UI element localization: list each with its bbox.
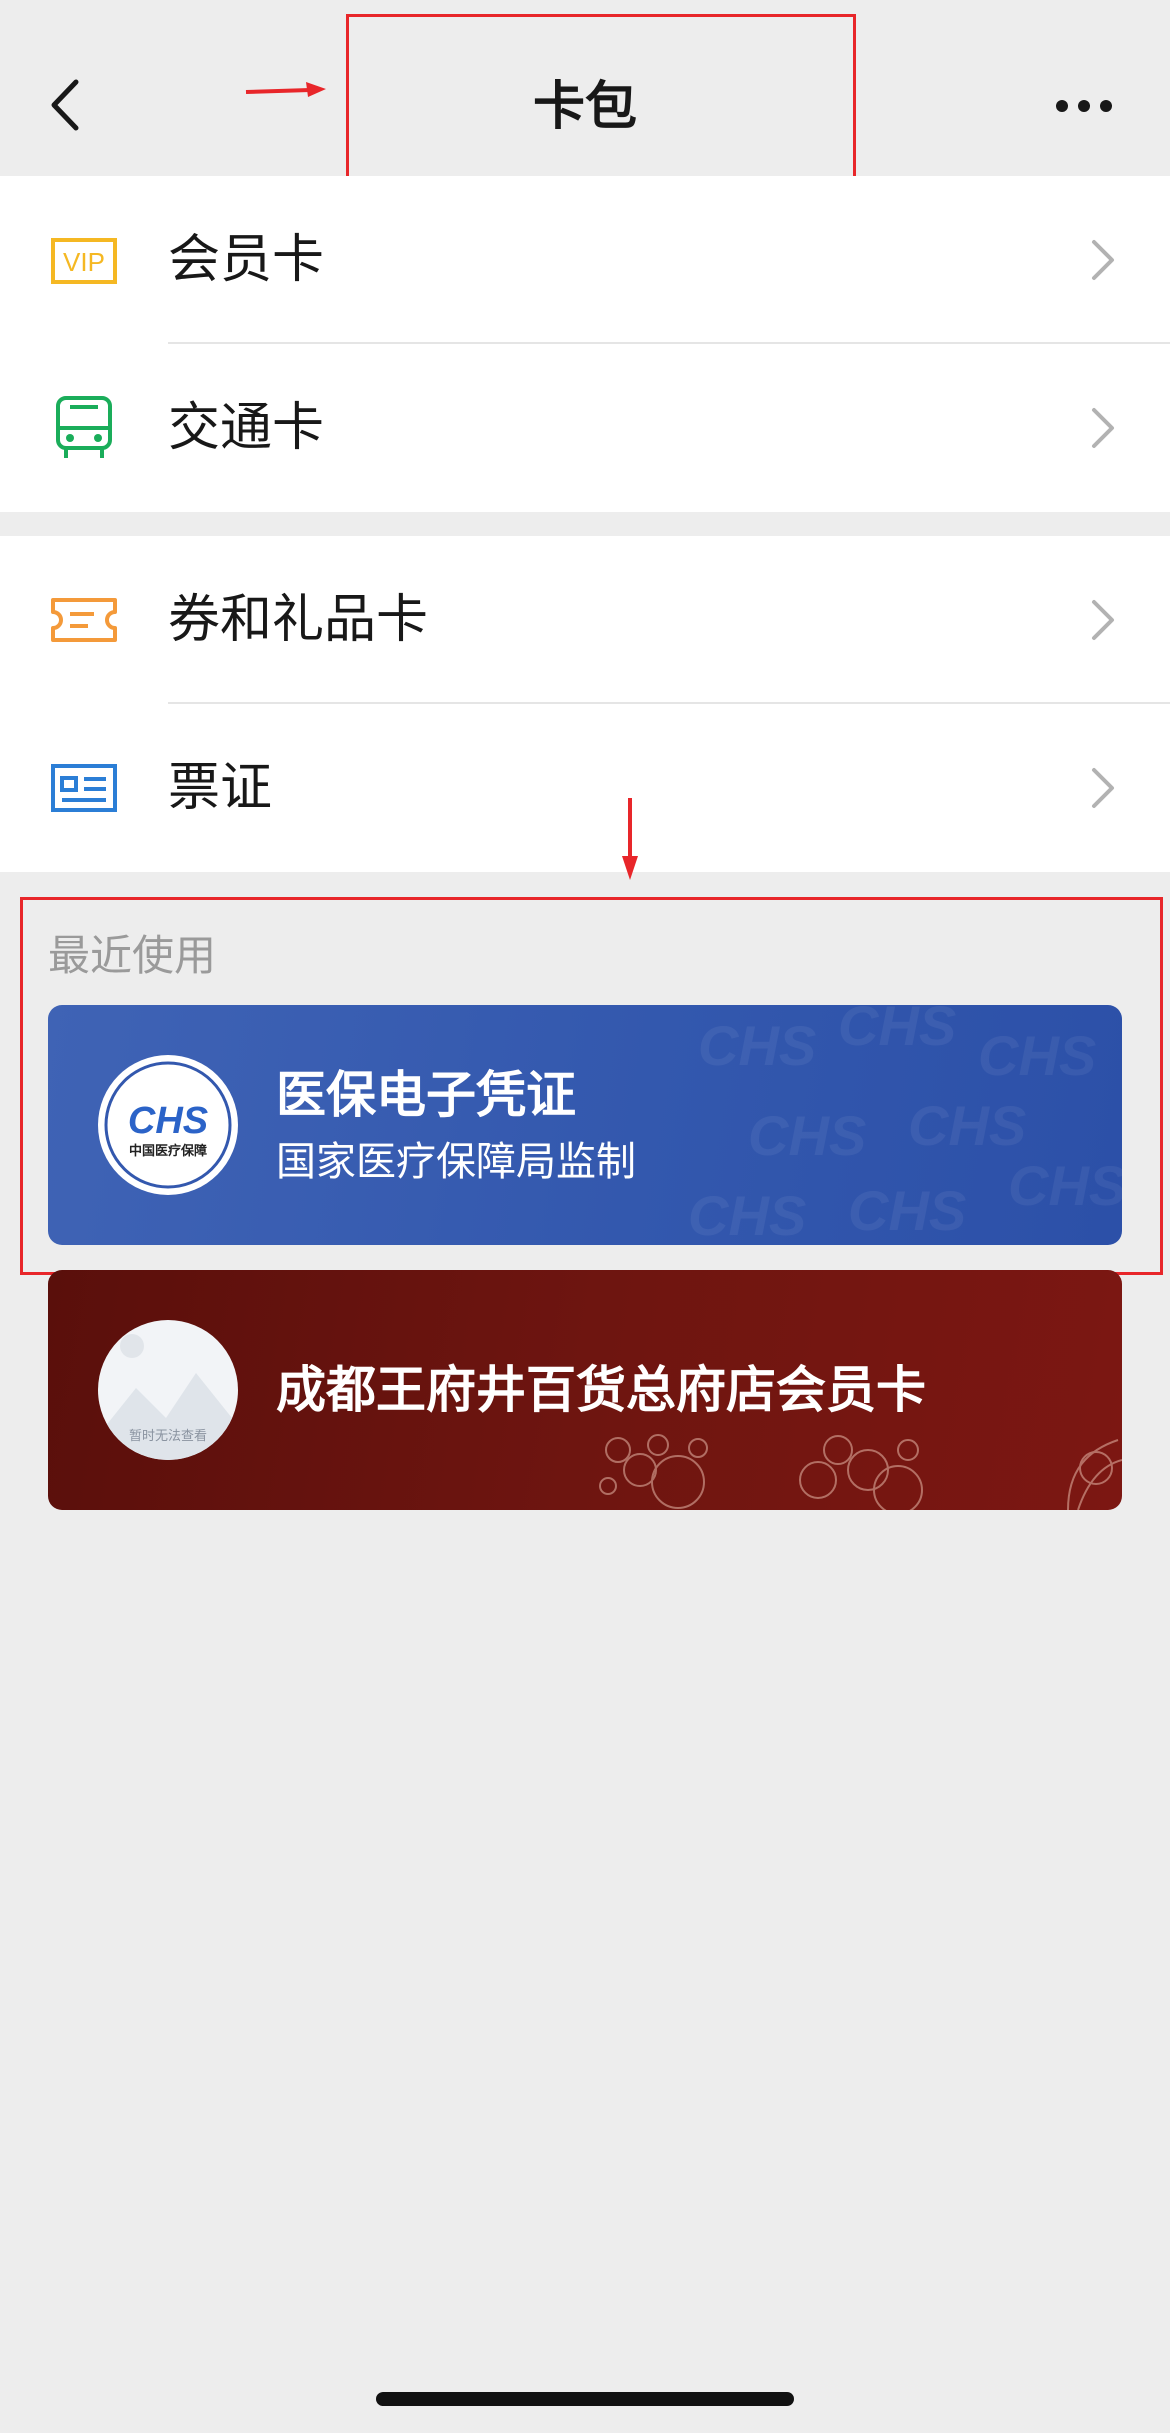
svg-text:CHS: CHS <box>838 1005 956 1057</box>
chevron-right-icon <box>1092 600 1114 640</box>
chevron-right-icon <box>1092 408 1114 448</box>
svg-text:暂时无法查看: 暂时无法查看 <box>129 1428 207 1444</box>
menu-group-tickets: 券和礼品卡 票证 <box>0 536 1170 872</box>
svg-text:CHS: CHS <box>1008 1154 1122 1217</box>
annotation-box-title <box>346 14 856 184</box>
ticket-icon <box>51 598 117 642</box>
menu-item-tickets-certificates[interactable]: 票证 <box>0 704 1170 872</box>
bus-icon <box>56 396 112 458</box>
menu-item-transit-card[interactable]: 交通卡 <box>0 344 1170 512</box>
svg-text:CHS: CHS <box>848 1179 966 1242</box>
more-icon[interactable] <box>1054 96 1114 116</box>
svg-text:CHS: CHS <box>698 1014 816 1077</box>
card-floral-pattern <box>599 1434 1122 1510</box>
recent-section-label: 最近使用 <box>48 931 217 980</box>
id-card-icon <box>51 764 117 812</box>
card-subtitle: 国家医疗保障局监制 <box>276 1139 636 1185</box>
chevron-right-icon <box>1092 240 1114 280</box>
home-indicator[interactable] <box>376 2392 794 2406</box>
chs-logo-icon: CHS 中国医疗保障 <box>98 1055 238 1195</box>
annotation-arrow-down <box>622 798 638 880</box>
svg-text:CHS: CHS <box>128 1100 208 1142</box>
svg-text:CHS: CHS <box>908 1094 1026 1157</box>
menu-item-label: 交通卡 <box>168 398 325 458</box>
annotation-arrow-right <box>245 82 326 97</box>
vip-icon: VIP <box>51 238 117 284</box>
svg-text:CHS: CHS <box>688 1184 806 1245</box>
menu-item-label: 券和礼品卡 <box>168 590 429 650</box>
menu-group-cards: VIP 会员卡 交通卡 <box>0 176 1170 512</box>
menu-item-label: 票证 <box>168 758 273 818</box>
svg-text:VIP: VIP <box>63 247 105 277</box>
chevron-right-icon <box>1092 768 1114 808</box>
svg-text:中国医疗保障: 中国医疗保障 <box>129 1143 207 1159</box>
svg-text:CHS: CHS <box>748 1104 866 1167</box>
image-placeholder-icon: 暂时无法查看 <box>98 1320 238 1460</box>
card-watermark-pattern: CHS CHS CHS CHS CHS CHS CHS CHS <box>688 1005 1122 1245</box>
menu-item-membership-card[interactable]: VIP 会员卡 <box>0 176 1170 344</box>
card-medical-insurance[interactable]: CHS CHS CHS CHS CHS CHS CHS CHS CHS 中国医疗… <box>48 1005 1122 1245</box>
card-wangfujing-membership[interactable]: 暂时无法查看 成都王府井百货总府店会员卡 <box>48 1270 1122 1510</box>
svg-text:CHS: CHS <box>978 1024 1096 1087</box>
card-title: 成都王府井百货总府店会员卡 <box>276 1361 926 1419</box>
menu-item-label: 会员卡 <box>168 230 325 290</box>
card-title: 医保电子凭证 <box>276 1066 576 1124</box>
menu-item-coupons-giftcards[interactable]: 券和礼品卡 <box>0 536 1170 704</box>
